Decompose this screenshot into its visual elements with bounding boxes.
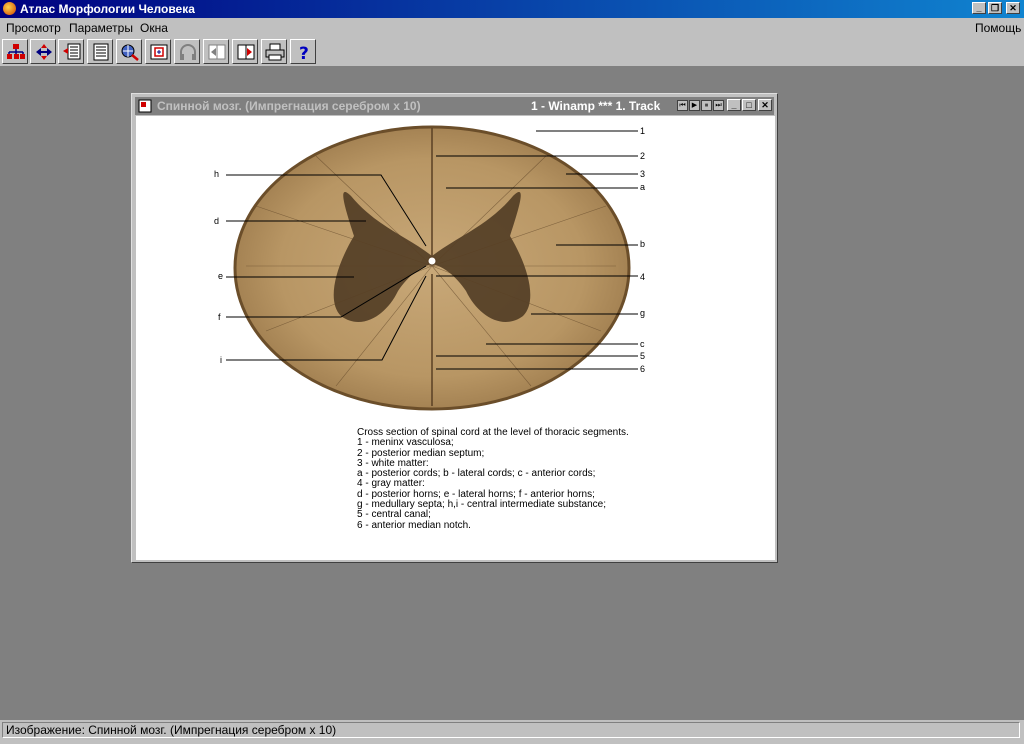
label-1: 1 xyxy=(640,126,646,136)
label-5: 5 xyxy=(640,351,646,361)
image-window-titlebar[interactable]: Спинной мозг. (Импрегнация серебром х 10… xyxy=(135,97,774,115)
status-panel: Изображение: Спинной мозг. (Импрегнация … xyxy=(2,722,1020,738)
label-a: a xyxy=(640,182,646,192)
document-text-button[interactable] xyxy=(87,39,113,64)
image-caption: Cross section of spinal cord at the leve… xyxy=(357,427,629,531)
printer-icon xyxy=(265,43,285,61)
caption-line: 6 - anterior median notch. xyxy=(357,519,471,531)
document-arrow-button[interactable] xyxy=(58,39,84,64)
prev-page-icon xyxy=(208,44,226,60)
menu-parameters[interactable]: Параметры xyxy=(69,21,133,35)
navigate-button[interactable] xyxy=(30,39,56,64)
winamp-next-button[interactable]: ⏭ xyxy=(713,100,724,111)
zoom-globe-icon xyxy=(121,44,139,61)
image-window: Спинной мозг. (Импрегнация серебром х 10… xyxy=(131,93,778,563)
navigate-arrows-icon xyxy=(36,44,52,60)
label-4: 4 xyxy=(640,272,646,282)
label-6: 6 xyxy=(640,364,646,374)
label-3: 3 xyxy=(640,169,646,179)
label-g: g xyxy=(640,308,646,318)
image-viewport: h d e f i 1 2 3 a b 4 g c 5 6 Cross sect… xyxy=(136,116,775,560)
label-c: c xyxy=(640,339,645,349)
close-button[interactable]: ✕ xyxy=(1006,2,1020,14)
restore-button[interactable]: ❐ xyxy=(988,2,1002,14)
winamp-play-button[interactable]: ▶ xyxy=(689,100,700,111)
menu-bar: Просмотр Параметры Окна Помощь xyxy=(0,18,1024,36)
toolbar: ? xyxy=(0,36,1024,67)
headphones-icon xyxy=(180,44,196,60)
label-2: 2 xyxy=(640,151,646,161)
app-logo-icon xyxy=(3,2,16,15)
label-f: f xyxy=(218,312,221,322)
app-title: Атлас Морфологии Человека xyxy=(20,2,195,16)
minimize-button[interactable]: _ xyxy=(972,2,986,14)
window-maximize-button[interactable]: □ xyxy=(742,99,756,111)
document-arrow-icon xyxy=(63,43,81,60)
next-page-button[interactable] xyxy=(232,39,258,64)
tree-icon xyxy=(7,44,25,59)
label-h: h xyxy=(214,169,220,179)
document-text-icon xyxy=(93,43,109,61)
menu-windows[interactable]: Окна xyxy=(140,21,168,35)
winamp-track-label: 1 - Winamp *** 1. Track xyxy=(531,99,661,113)
fit-screen-icon xyxy=(150,44,168,60)
window-minimize-button[interactable]: _ xyxy=(727,99,741,111)
label-i: i xyxy=(220,355,222,365)
image-window-title: Спинной мозг. (Импрегнация серебром х 10… xyxy=(157,99,421,113)
print-button[interactable] xyxy=(261,39,287,64)
document-window-icon xyxy=(138,99,152,113)
winamp-pause-button[interactable]: ⏸ xyxy=(701,100,712,111)
help-button[interactable]: ? xyxy=(290,39,316,64)
label-d: d xyxy=(214,216,220,226)
fit-screen-button[interactable] xyxy=(145,39,171,64)
app-title-bar: Атлас Морфологии Человека _ ❐ ✕ xyxy=(0,0,1024,18)
headphones-button[interactable] xyxy=(174,39,200,64)
status-text: Изображение: Спинной мозг. (Импрегнация … xyxy=(6,723,337,737)
svg-text:?: ? xyxy=(299,44,309,61)
winamp-prev-button[interactable]: ⏮ xyxy=(677,100,688,111)
menu-view[interactable]: Просмотр xyxy=(6,21,61,35)
spinal-cord-image xyxy=(226,125,638,411)
central-canal xyxy=(427,256,437,266)
prev-page-button[interactable] xyxy=(203,39,229,64)
zoom-button[interactable] xyxy=(116,39,142,64)
help-icon: ? xyxy=(299,44,309,61)
window-close-button[interactable]: ✕ xyxy=(758,99,772,111)
next-page-icon xyxy=(237,44,255,60)
status-bar: Изображение: Спинной мозг. (Импрегнация … xyxy=(0,720,1024,744)
menu-help[interactable]: Помощь xyxy=(975,21,1021,35)
tree-button[interactable] xyxy=(2,39,28,64)
label-b: b xyxy=(640,239,646,249)
label-e: e xyxy=(218,271,224,281)
